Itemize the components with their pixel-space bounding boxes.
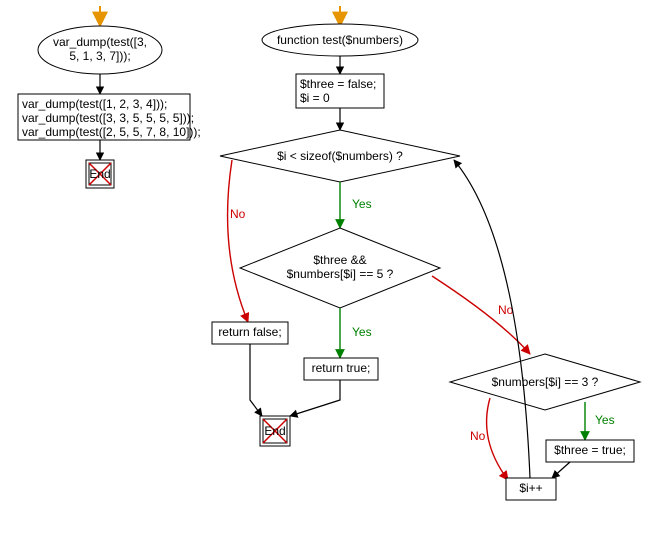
right-func-label: function test($numbers): [277, 33, 403, 47]
cond2-yes-label: Yes: [352, 325, 372, 339]
right-init1-label: $three = false;: [300, 77, 376, 91]
right-inc-label: $i++: [519, 481, 542, 495]
right-setthree-label: $three = true;: [554, 443, 626, 457]
left-call1-label-1: var_dump(test([3,: [53, 35, 147, 49]
cond1-yes-label: Yes: [352, 197, 372, 211]
cond1-no-label: No: [230, 207, 246, 221]
right-retfalse-label: return false;: [218, 325, 281, 339]
right-cond3-label: $numbers[$i] == 3 ?: [492, 375, 599, 389]
right-end-label: End: [264, 424, 285, 438]
flowchart-diagram: var_dump(test([3, 5, 1, 3, 7])); var_dum…: [0, 0, 663, 537]
left-end-label: End: [89, 167, 110, 181]
right-cond2b-label: $numbers[$i] == 5 ?: [287, 267, 394, 281]
left-calls-1: var_dump(test([3, 3, 5, 5, 5, 5]));: [22, 111, 194, 125]
left-calls-2: var_dump(test([2, 5, 5, 7, 8, 10]));: [22, 125, 201, 139]
right-cond2a-label: $three &&: [313, 253, 366, 267]
cond3-yes-label: Yes: [595, 413, 615, 427]
left-call1-label: 5, 1, 3, 7]));: [69, 49, 130, 63]
right-rettrue-label: return true;: [312, 361, 371, 375]
right-cond1-label: $i < sizeof($numbers) ?: [277, 149, 403, 163]
left-calls-0: var_dump(test([1, 2, 3, 4]));: [22, 97, 167, 111]
cond3-no-label: No: [470, 429, 486, 443]
right-init2-label: $i = 0: [300, 91, 330, 105]
